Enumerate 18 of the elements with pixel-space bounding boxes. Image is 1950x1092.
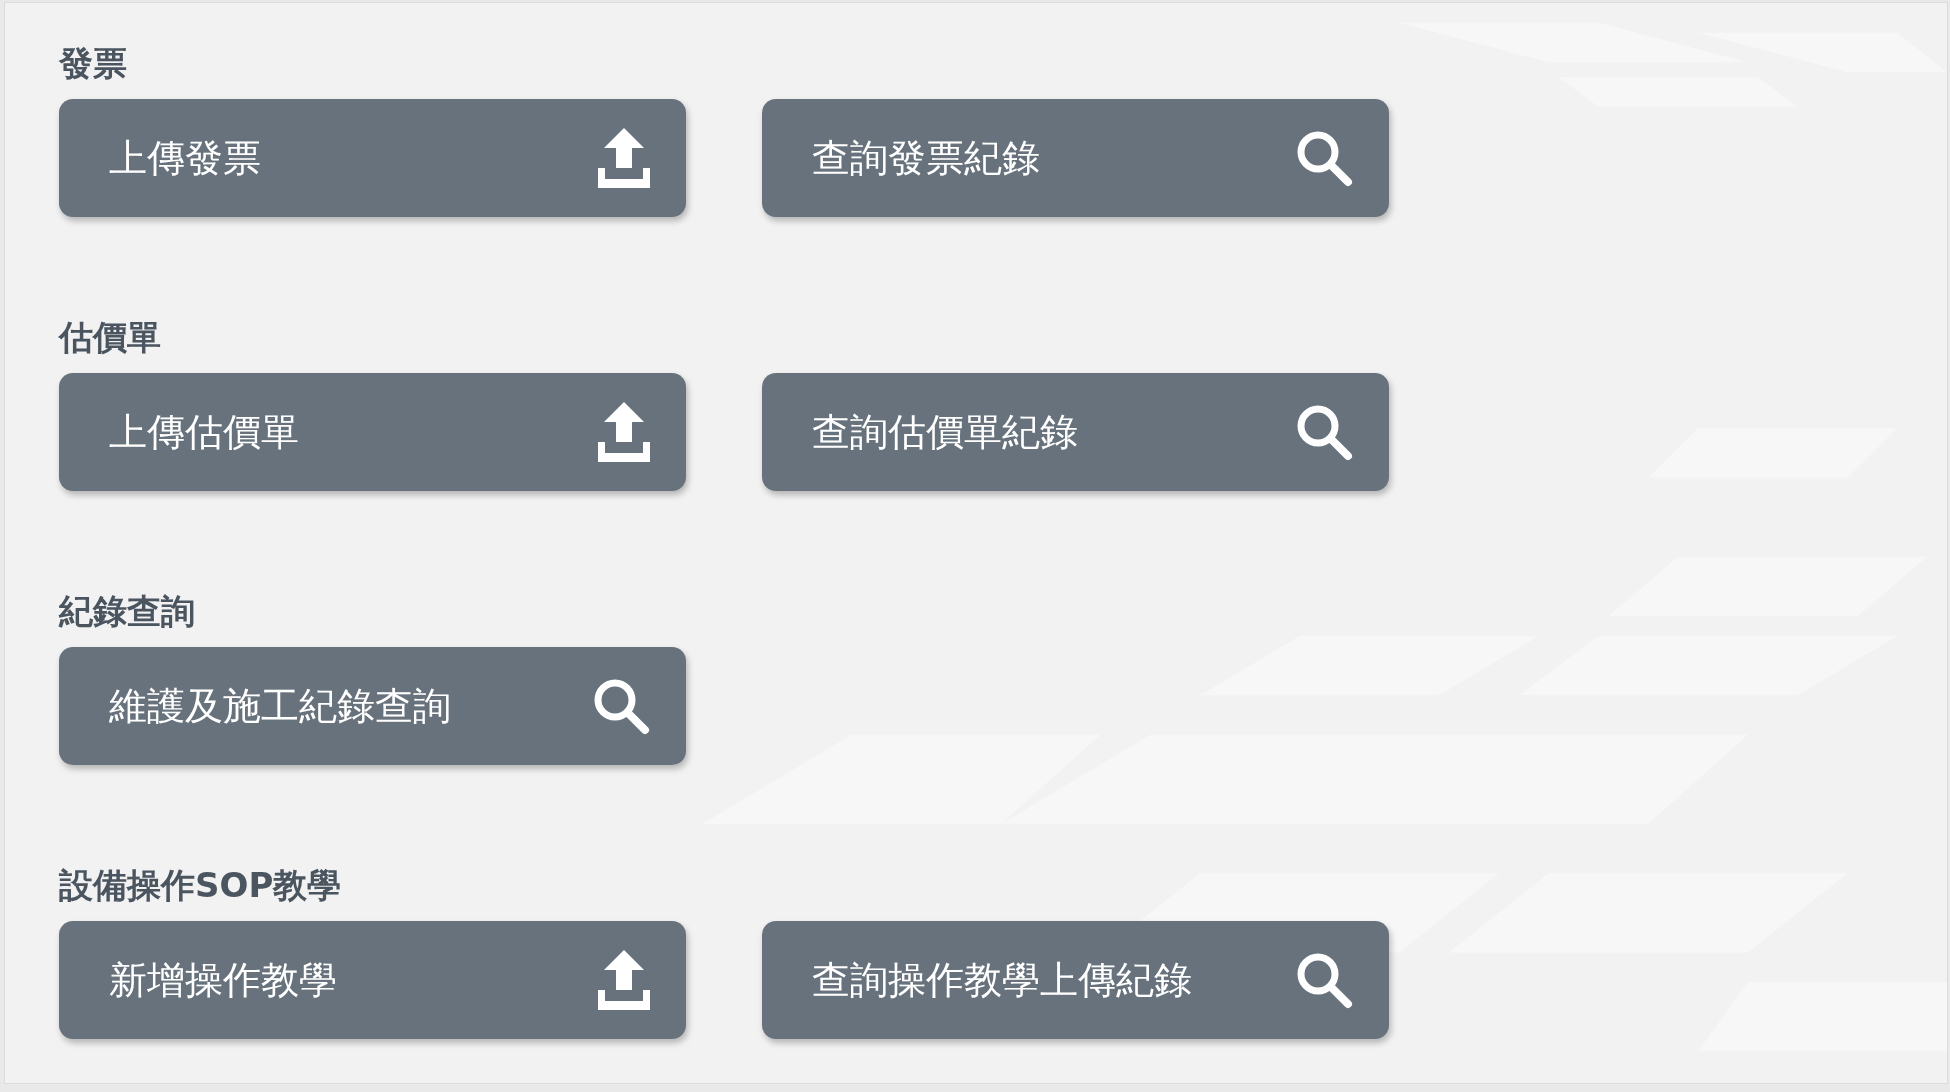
upload-icon [598,402,650,462]
search-button[interactable]: 查詢估價單紀錄 [762,373,1389,491]
upload-button[interactable]: 上傳發票 [59,99,686,217]
upload-icon [598,950,650,1010]
search-icon [1295,951,1353,1009]
upload-button[interactable]: 上傳估價單 [59,373,686,491]
search-button[interactable]: 查詢操作教學上傳紀錄 [762,921,1389,1039]
upload-icon [598,128,650,188]
search-icon [592,677,650,735]
section-heading: 設備操作SOP教學 [59,864,343,907]
upload-button[interactable]: 新增操作教學 [59,921,686,1039]
search-button[interactable]: 維護及施工紀錄查詢 [59,647,686,765]
search-button[interactable]: 查詢發票紀錄 [762,99,1389,217]
section-heading: 估價單 [59,316,162,359]
search-icon [1295,403,1353,461]
search-icon [1295,129,1353,187]
section-heading: 發票 [59,42,128,85]
section-heading: 紀錄查詢 [59,590,196,633]
